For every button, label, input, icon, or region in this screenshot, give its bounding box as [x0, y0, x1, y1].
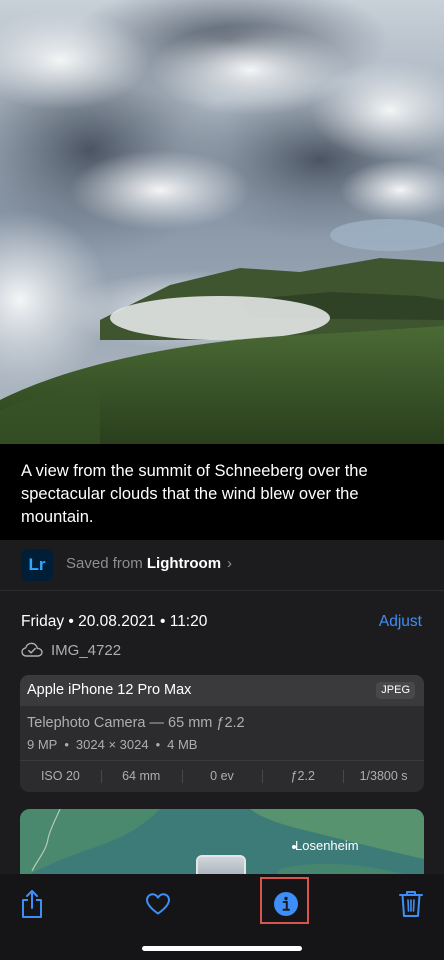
dimensions: 3024 × 3024 — [75, 737, 149, 752]
share-icon — [22, 890, 42, 918]
trash-icon — [399, 891, 423, 917]
heart-icon — [146, 893, 170, 915]
camera-model: Apple iPhone 12 Pro Max — [27, 682, 192, 698]
info-panel: Lr Saved from Lightroom › Friday • 20.08.… — [0, 540, 444, 874]
home-indicator[interactable] — [142, 946, 302, 951]
image-specs: 9 MP • 3024 × 3024 • 4 MB — [27, 737, 197, 752]
photo-viewer[interactable] — [0, 0, 444, 444]
share-button[interactable] — [17, 888, 47, 920]
camera-info-card: Apple iPhone 12 Pro Max JPEG Telephoto C… — [20, 675, 424, 792]
info-icon — [274, 892, 298, 916]
saved-from-app-name: Lightroom — [146, 555, 222, 572]
mountain-photo — [0, 0, 444, 444]
spec-separator: • — [64, 737, 69, 752]
bottom-toolbar — [0, 874, 444, 960]
divider — [0, 590, 444, 591]
favorite-button[interactable] — [143, 888, 173, 920]
lens-info: Telephoto Camera — 65 mm ƒ2.2 — [27, 715, 245, 731]
file-size: 4 MB — [167, 737, 198, 752]
filename: IMG_4722 — [51, 641, 122, 659]
lightroom-icon: Lr — [21, 549, 53, 581]
exif-row: ISO 20 64 mm 0 ev ƒ2.2 1/3800 s — [20, 761, 424, 792]
saved-from-prefix: Saved from — [66, 555, 147, 572]
adjust-button[interactable]: Adjust — [379, 613, 422, 631]
photo-caption[interactable]: A view from the summit of Schneeberg ove… — [0, 444, 444, 540]
cloud-check-icon — [21, 642, 43, 657]
saved-from-text: Saved from Lightroom › — [66, 555, 232, 572]
exif-focal-length: 64 mm — [100, 761, 182, 792]
saved-from-row[interactable]: Lr Saved from Lightroom › — [0, 540, 444, 590]
exif-shutter-speed: 1/3800 s — [343, 761, 424, 792]
spec-separator: • — [155, 737, 161, 752]
exif-aperture: ƒ2.2 — [262, 761, 343, 792]
camera-card-header: Apple iPhone 12 Pro Max JPEG — [20, 675, 424, 706]
date-time: Friday • 20.08.2021 • 11:20 — [21, 613, 208, 630]
map-photo-pin[interactable] — [196, 855, 246, 874]
delete-button[interactable] — [396, 888, 426, 920]
exif-exposure-value: 0 ev — [181, 761, 263, 792]
chevron-right-icon: › — [227, 555, 233, 572]
resolution-mp: 9 MP — [27, 737, 58, 752]
map-place-label: Losenheim — [295, 838, 359, 853]
filename-row: IMG_4722 — [21, 640, 121, 660]
format-badge: JPEG — [376, 682, 415, 699]
info-button[interactable] — [271, 888, 301, 920]
exif-iso: ISO 20 — [40, 769, 80, 783]
location-map[interactable]: Losenheim — [20, 809, 424, 874]
